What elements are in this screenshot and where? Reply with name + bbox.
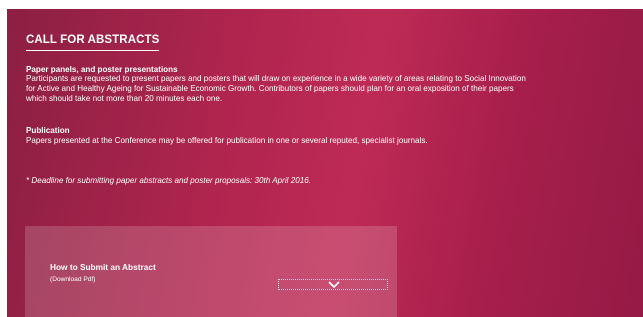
download-toggle-button[interactable] [278, 279, 388, 290]
papers-text-line-2: for Active and Healthy Ageing for Sustai… [26, 84, 514, 93]
download-pdf-label: (Download Pdf) [50, 276, 96, 283]
publication-heading: Publication [26, 126, 70, 135]
papers-text-line-1: Participants are requested to present pa… [26, 74, 526, 83]
title-underline [26, 50, 159, 51]
section-title: CALL FOR ABSTRACTS [26, 34, 160, 46]
papers-text-line-3: which should take not more than 20 minut… [26, 94, 223, 103]
submit-abstract-title: How to Submit an Abstract [50, 262, 156, 272]
publication-text: Papers presented at the Conference may b… [26, 136, 428, 145]
deadline-note: * Deadline for submitting paper abstract… [26, 176, 311, 185]
call-for-abstracts-banner: CALL FOR ABSTRACTS Paper panels, and pos… [7, 9, 643, 317]
submit-abstract-card: How to Submit an Abstract (Download Pdf) [25, 226, 397, 317]
chevron-down-icon [328, 281, 340, 288]
